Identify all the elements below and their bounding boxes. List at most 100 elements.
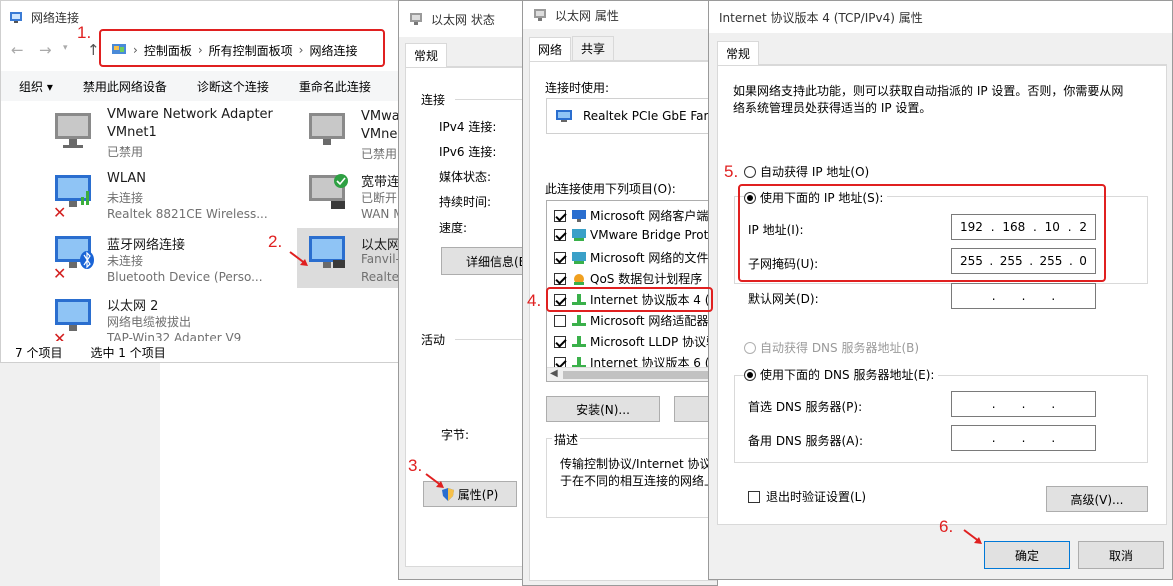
checkbox[interactable] bbox=[748, 490, 760, 503]
install-button[interactable]: 安装(N)... bbox=[546, 396, 660, 422]
ok-button-label: 确定 bbox=[1014, 548, 1039, 563]
validate-label: 退出时验证设置(L) bbox=[766, 490, 867, 504]
ipv6-connection-label: IPv6 连接: bbox=[439, 145, 497, 159]
manual-dns-option[interactable]: 使用下面的 DNS 服务器地址(E): bbox=[744, 366, 939, 383]
tab-general[interactable]: 常规 bbox=[717, 41, 760, 65]
step-1-label: 1. bbox=[77, 23, 92, 42]
radio[interactable] bbox=[744, 165, 756, 178]
component-ms-client[interactable]: Microsoft 网络客户端 bbox=[554, 207, 708, 224]
list-item-ethernet-2[interactable]: ✕ 以太网 2 网络电缆被拔出 TAP-Win32 Adapter V9 bbox=[51, 291, 291, 348]
items-label: 此连接使用下列项目(O): bbox=[545, 182, 676, 196]
checkbox[interactable] bbox=[554, 251, 566, 264]
advanced-button[interactable]: 高级(V)... bbox=[1046, 486, 1148, 512]
alternate-dns-label: 备用 DNS 服务器(A): bbox=[748, 434, 864, 448]
component-label: Microsoft 网络适配器 bbox=[590, 314, 709, 328]
tab-general[interactable]: 常规 bbox=[405, 43, 448, 67]
speed-label: 速度: bbox=[439, 221, 468, 235]
network-window-icon bbox=[533, 8, 547, 22]
protocol-icon bbox=[572, 229, 586, 241]
component-label: Microsoft LLDP 协议驱 bbox=[590, 335, 719, 349]
preferred-dns-input[interactable]: ... bbox=[951, 391, 1096, 417]
description-line-1: 传输控制协议/Internet 协议 bbox=[560, 457, 712, 471]
advanced-button-label: 高级(V)... bbox=[1070, 492, 1124, 507]
gateway-input[interactable]: ... bbox=[951, 283, 1096, 309]
item-name: 以太网 bbox=[361, 238, 401, 253]
auto-ip-option[interactable]: 自动获得 IP 地址(O) bbox=[744, 163, 869, 180]
bytes-label: 字节: bbox=[441, 428, 470, 442]
item-status: Fanvil- bbox=[361, 252, 400, 266]
item-count: 7 个项目 bbox=[15, 345, 63, 360]
item-name: WLAN bbox=[107, 171, 147, 186]
adapter-icon bbox=[555, 109, 573, 123]
component-label: VMware Bridge Proto bbox=[590, 228, 716, 242]
props-titlebar: 以太网 属性 bbox=[523, 1, 717, 29]
checkbox[interactable] bbox=[554, 229, 566, 241]
nav-forward-button[interactable]: → bbox=[39, 41, 52, 59]
preferred-dns-label: 首选 DNS 服务器(P): bbox=[748, 400, 863, 414]
details-button[interactable]: 详细信息(E bbox=[441, 247, 532, 275]
status-tabs: 常规 bbox=[405, 43, 532, 67]
item-status: 未连接 bbox=[107, 254, 144, 268]
list-item-wlan[interactable]: ✕ WLAN 未连接 Realtek 8821CE Wireless... bbox=[51, 167, 291, 225]
step-6-label: 6. bbox=[939, 517, 954, 536]
component-qos[interactable]: QoS 数据包计划程序 bbox=[554, 270, 702, 287]
explorer-status-bar: 7 个项目 选中 1 个项目 bbox=[1, 341, 419, 362]
component-vmware-bridge[interactable]: VMware Bridge Proto bbox=[554, 228, 716, 242]
item-status: 已禁用 bbox=[107, 145, 144, 159]
props-tabs: 网络 共享 bbox=[529, 36, 717, 61]
ok-button[interactable]: 确定 bbox=[984, 541, 1070, 569]
checkbox[interactable] bbox=[554, 272, 566, 285]
scroll-left-icon[interactable]: ◀ bbox=[550, 368, 558, 379]
properties-button-label: 属性(P) bbox=[457, 487, 499, 502]
component-label: Microsoft 网络的文件 bbox=[590, 251, 709, 265]
tab-sharing[interactable]: 共享 bbox=[572, 36, 615, 60]
validate-settings-option[interactable]: 退出时验证设置(L) bbox=[748, 488, 866, 505]
scroll-thumb[interactable] bbox=[563, 371, 713, 379]
auto-dns-option[interactable]: 自动获得 DNS 服务器地址(B) bbox=[744, 339, 919, 356]
status-titlebar: 以太网 状态 bbox=[399, 1, 532, 37]
radio[interactable] bbox=[744, 341, 756, 354]
diagnose-button[interactable]: 诊断这个连接 bbox=[197, 78, 269, 95]
rename-button[interactable]: 重命名此连接 bbox=[299, 78, 371, 95]
component-label: Microsoft 网络客户端 bbox=[590, 209, 709, 223]
ipv4-titlebar: Internet 协议版本 4 (TCP/IPv4) 属性 bbox=[709, 1, 1172, 33]
intro-line-1: 如果网络支持此功能，则可以获取自动指派的 IP 设置。否则，你需要从网 bbox=[733, 84, 1124, 98]
ipv4-title: Internet 协议版本 4 (TCP/IPv4) 属性 bbox=[719, 10, 923, 25]
tab-networking[interactable]: 网络 bbox=[529, 37, 572, 61]
step-5-label: 5. bbox=[724, 162, 739, 181]
annotation-box-manual-ip bbox=[738, 184, 1106, 282]
step-3-arrow-icon bbox=[425, 473, 444, 488]
nav-up-button[interactable]: ↑ bbox=[87, 41, 100, 59]
connection-label: 连接 bbox=[421, 93, 446, 107]
organize-menu[interactable]: 组织 ▾ bbox=[19, 78, 53, 95]
connect-using-label: 连接时使用: bbox=[545, 81, 610, 95]
component-file-sharing[interactable]: Microsoft 网络的文件 bbox=[554, 249, 708, 266]
component-ms-adapter-multiplexor[interactable]: Microsoft 网络适配器 bbox=[554, 312, 708, 329]
cancel-button[interactable]: 取消 bbox=[1078, 541, 1164, 569]
alternate-dns-input[interactable]: ... bbox=[951, 425, 1096, 451]
network-adapter-icon bbox=[309, 113, 345, 145]
checkbox[interactable] bbox=[554, 314, 566, 327]
item-name: VMware Network Adapter bbox=[107, 107, 273, 122]
step-2-arrow-icon bbox=[289, 251, 308, 266]
list-scrollbar[interactable]: ◀ bbox=[547, 367, 717, 381]
description-line-2: 于在不同的相互连接的网络上 bbox=[560, 474, 710, 488]
component-lldp[interactable]: Microsoft LLDP 协议驱 bbox=[554, 333, 718, 350]
list-item-bluetooth[interactable]: ✕ 蓝牙网络连接 未连接 Bluetooth Device (Perso... bbox=[51, 228, 291, 286]
adapter-name: Realtek PCIe GbE Fam bbox=[583, 109, 716, 123]
checkbox[interactable] bbox=[554, 209, 566, 222]
item-name: 以太网 2 bbox=[107, 299, 159, 314]
props-title: 以太网 属性 bbox=[555, 8, 619, 23]
item-device: Bluetooth Device (Perso... bbox=[107, 270, 263, 284]
disable-device-button[interactable]: 禁用此网络设备 bbox=[83, 78, 167, 95]
item-device: Realtek 8821CE Wireless... bbox=[107, 207, 268, 221]
background-panel bbox=[160, 363, 398, 586]
list-item-vmnet1[interactable]: VMware Network Adapter VMnet1 已禁用 bbox=[51, 105, 291, 163]
nav-back-button[interactable]: ← bbox=[11, 41, 24, 59]
annotation-box-ipv4-item bbox=[546, 287, 713, 312]
radio[interactable] bbox=[744, 368, 756, 381]
checkbox[interactable] bbox=[554, 335, 566, 348]
nav-history-icon[interactable]: ▾ bbox=[63, 43, 68, 53]
ipv4-connection-label: IPv4 连接: bbox=[439, 120, 497, 134]
disconnected-x-icon: ✕ bbox=[53, 203, 67, 222]
